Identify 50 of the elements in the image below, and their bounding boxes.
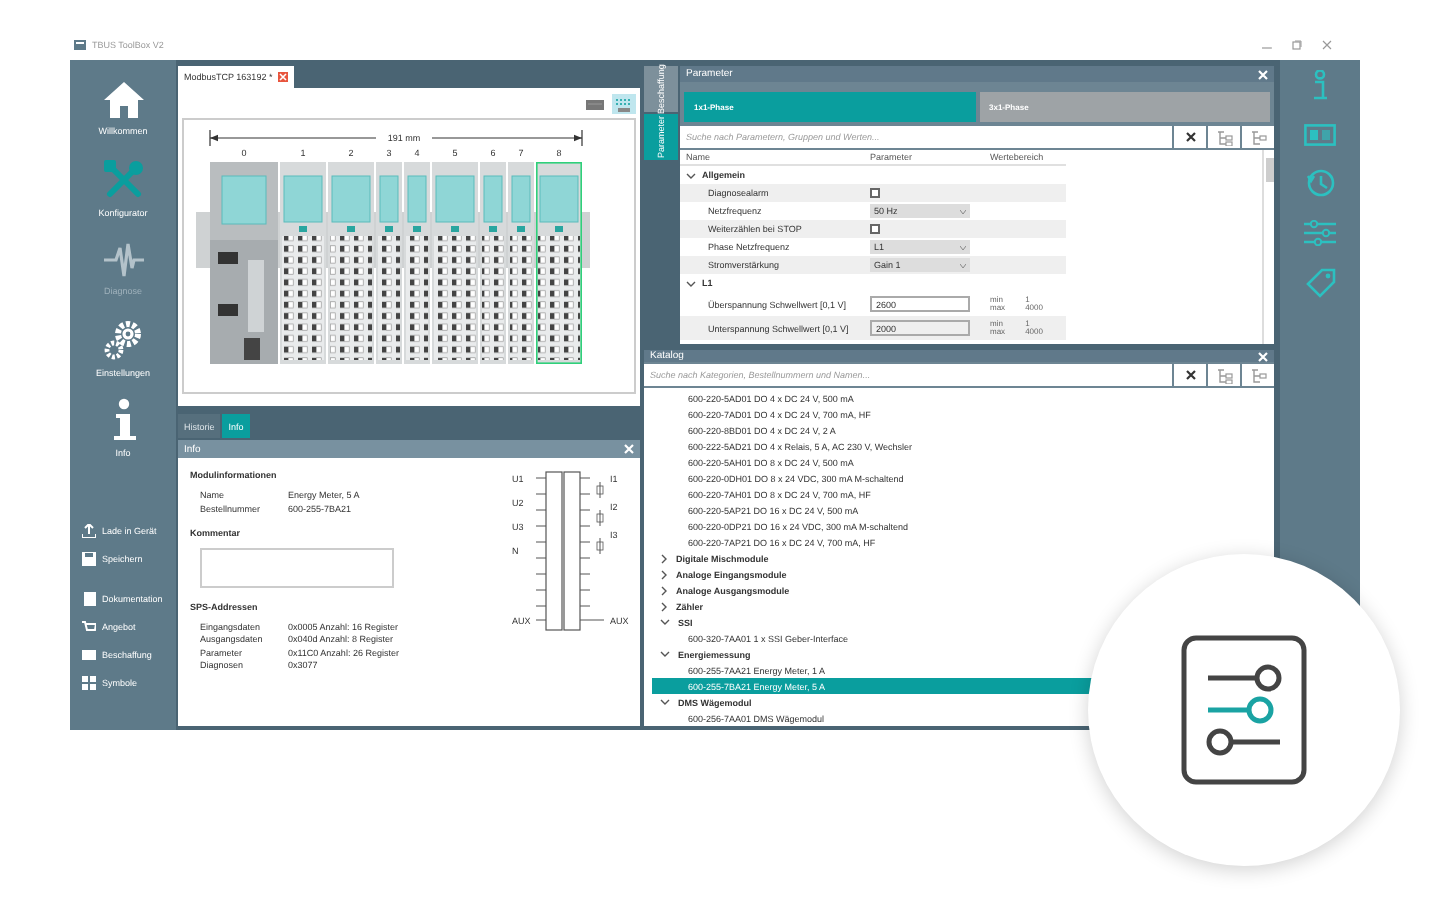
caret-icon xyxy=(960,209,966,213)
close-icon xyxy=(1185,370,1195,381)
io-module[interactable] xyxy=(210,162,278,364)
close-icon[interactable] xyxy=(1322,40,1332,50)
caret-icon xyxy=(960,245,966,249)
grid-icon xyxy=(82,675,96,689)
chevron-down-icon[interactable] xyxy=(686,171,696,179)
chevron-down-icon[interactable] xyxy=(660,618,670,626)
io-module[interactable] xyxy=(280,162,326,364)
chevron-right-icon[interactable] xyxy=(660,585,668,595)
io-module[interactable] xyxy=(376,162,402,364)
io-module[interactable] xyxy=(432,162,478,364)
checkbox[interactable] xyxy=(870,187,880,197)
io-module[interactable] xyxy=(480,162,506,364)
scrollbar[interactable] xyxy=(1262,150,1274,344)
io-module[interactable] xyxy=(328,162,374,364)
info-icon xyxy=(109,398,137,442)
pulse-icon xyxy=(101,240,145,280)
module-view-icon[interactable] xyxy=(612,94,636,114)
tree-icon xyxy=(1215,367,1233,384)
tools-icon xyxy=(101,158,145,202)
cart-icon xyxy=(82,619,96,633)
clear-button[interactable] xyxy=(1174,364,1206,386)
tree-icon xyxy=(1249,129,1267,145)
checkbox[interactable] xyxy=(870,223,880,233)
caret-icon xyxy=(960,263,966,267)
chevron-right-icon[interactable] xyxy=(660,553,668,563)
gear-icon xyxy=(101,318,145,362)
settings-document-icon xyxy=(1180,634,1308,786)
chevron-down-icon[interactable] xyxy=(660,650,670,658)
io-module[interactable] xyxy=(536,162,582,364)
document-icon xyxy=(82,591,96,605)
home-icon xyxy=(101,80,145,120)
close-icon xyxy=(1185,132,1195,142)
chevron-right-icon[interactable] xyxy=(660,569,668,579)
close-button[interactable] xyxy=(278,72,289,82)
chevron-down-icon[interactable] xyxy=(686,279,696,287)
save-icon xyxy=(82,551,96,565)
upload-icon xyxy=(82,523,96,537)
box-icon xyxy=(82,647,96,661)
chevron-down-icon[interactable] xyxy=(660,698,670,706)
clear-button[interactable] xyxy=(1174,126,1206,148)
sliders-icon[interactable] xyxy=(1304,220,1336,246)
comment-field[interactable] xyxy=(200,547,394,587)
tree-icon xyxy=(1215,129,1233,145)
io-module[interactable] xyxy=(404,162,430,364)
chevron-right-icon[interactable] xyxy=(660,601,668,611)
io-module[interactable] xyxy=(508,162,534,364)
tree-icon xyxy=(1249,367,1267,384)
keyboard-icon[interactable] xyxy=(586,99,604,109)
